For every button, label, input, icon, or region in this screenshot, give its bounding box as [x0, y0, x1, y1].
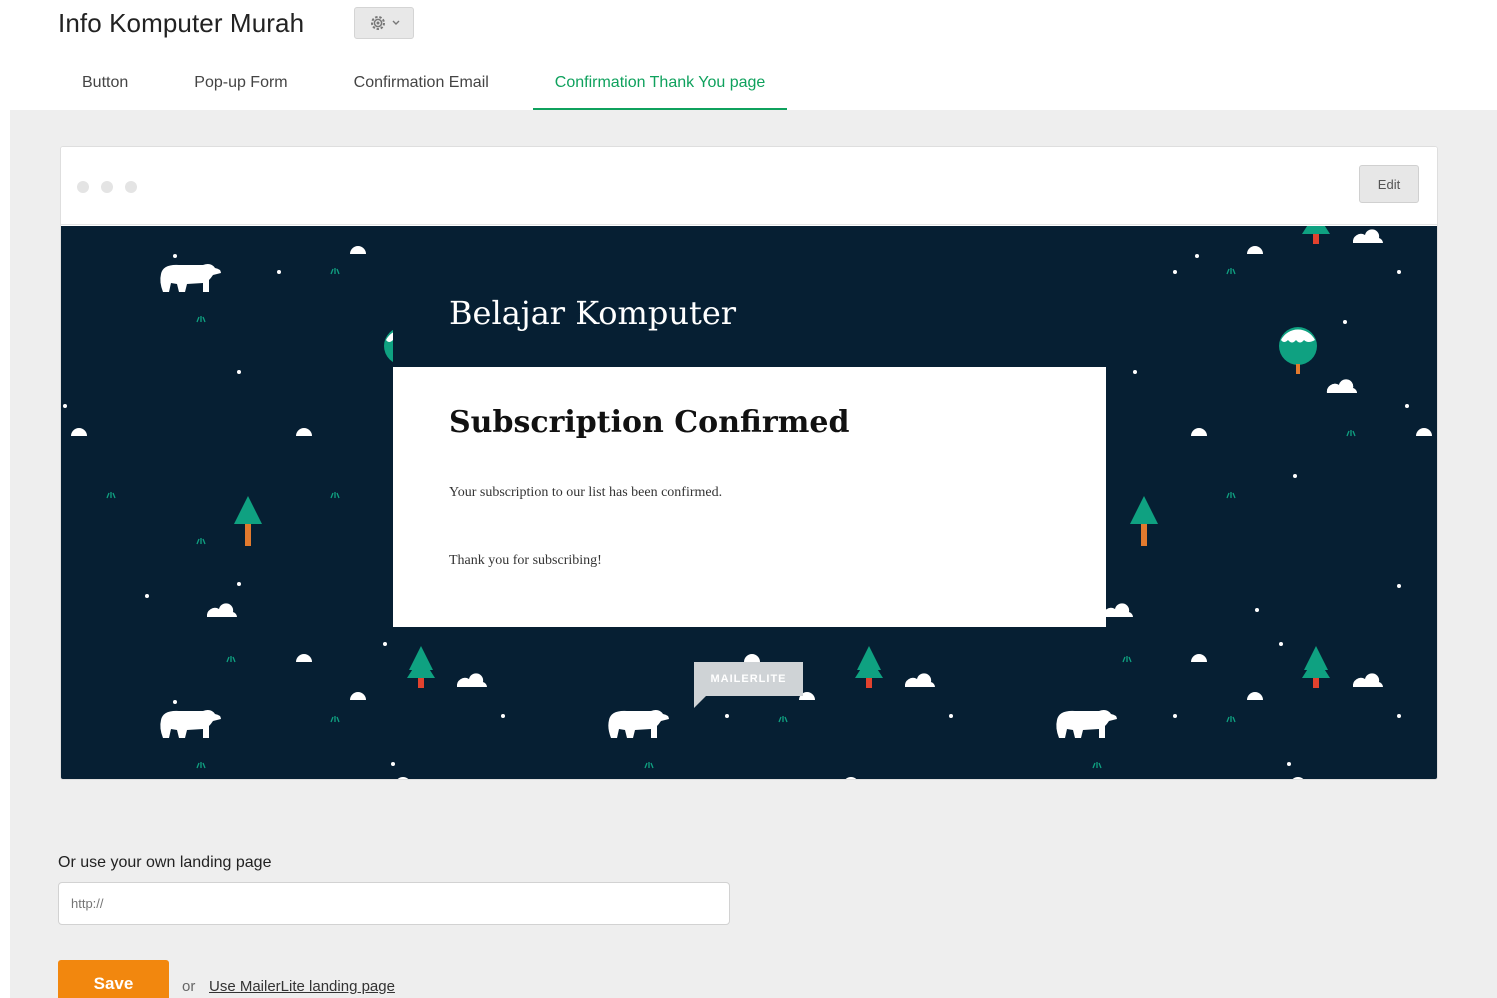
use-mailerlite-landing-page-link[interactable]: Use MailerLite landing page [209, 978, 395, 995]
landing-page-url-input[interactable] [58, 882, 730, 925]
caret-down-icon [392, 20, 400, 26]
confirmation-card: Subscription Confirmed Your subscription… [393, 367, 1106, 627]
window-dot [125, 181, 137, 193]
or-separator: or [182, 978, 196, 995]
confirmation-title: Subscription Confirmed [449, 405, 850, 440]
window-dot [77, 181, 89, 193]
save-button[interactable]: Save [58, 960, 169, 998]
page-header: Info Komputer Murah Button Pop-up Form C… [0, 0, 1497, 110]
brand-name: Belajar Komputer [449, 294, 737, 332]
edit-button[interactable]: Edit [1359, 165, 1419, 203]
tab-popup-form[interactable]: Pop-up Form [172, 56, 309, 110]
preview-canvas: Belajar Komputer Subscription Confirmed … [61, 226, 1437, 779]
confirmation-message: Your subscription to our list has been c… [449, 485, 723, 500]
gear-icon [369, 14, 387, 32]
landing-page-label: Or use your own landing page [58, 854, 272, 871]
window-dot [101, 181, 113, 193]
preview-toolbar: Edit [61, 147, 1437, 225]
settings-dropdown-button[interactable] [354, 7, 414, 39]
thank-you-message: Thank you for subscribing! [449, 553, 602, 568]
tab-confirmation-email[interactable]: Confirmation Email [332, 56, 511, 110]
page-preview: Edit Belajar Komputer Subscription Confi… [60, 146, 1438, 780]
tab-button[interactable]: Button [60, 56, 150, 110]
window-dots [77, 181, 137, 193]
tab-bar: Button Pop-up Form Confirmation Email Co… [60, 56, 809, 110]
tab-confirmation-thank-you-page[interactable]: Confirmation Thank You page [532, 56, 788, 110]
mailerlite-badge[interactable]: MAILERLITE [694, 662, 803, 708]
page-title: Info Komputer Murah [58, 8, 305, 38]
main-content: Edit Belajar Komputer Subscription Confi… [10, 110, 1497, 998]
